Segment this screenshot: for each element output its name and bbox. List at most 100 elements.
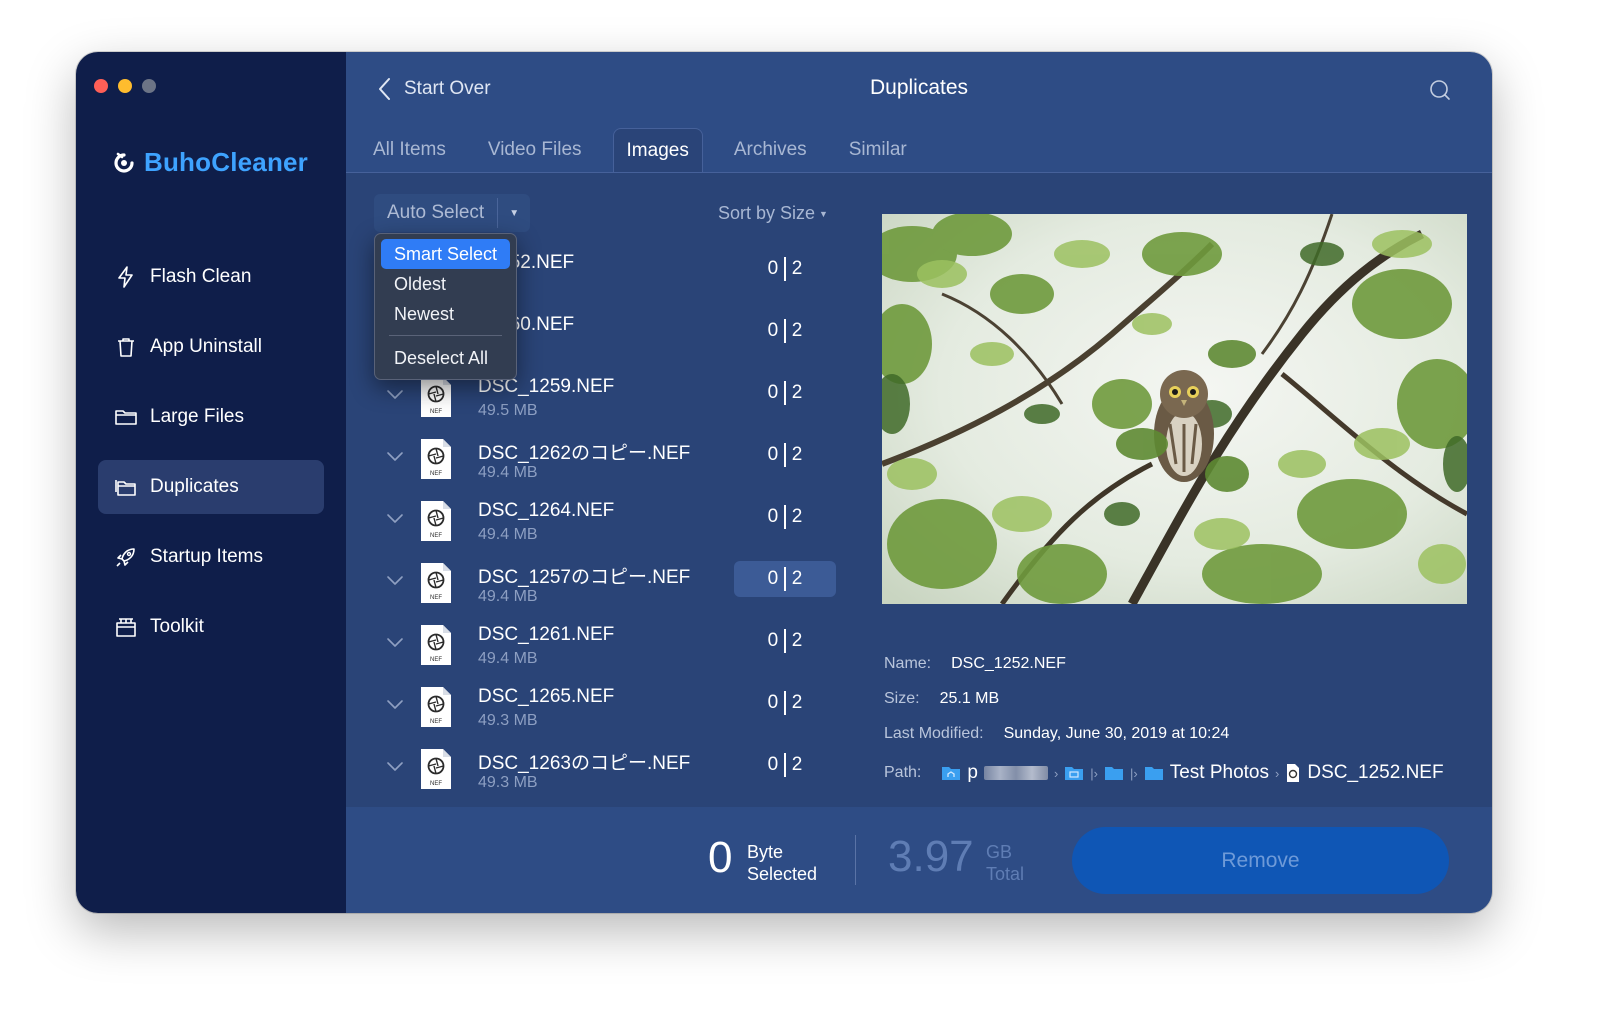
detail-size-row: Size: 25.1 MB	[884, 681, 1472, 716]
total-unit: GB	[986, 842, 1013, 862]
menu-item-smart-select[interactable]: Smart Select	[381, 239, 510, 269]
selected-size-label: Byte Selected	[747, 841, 817, 885]
desktop-folder-icon[interactable]	[1064, 765, 1084, 781]
divider	[784, 319, 786, 343]
selected-count: 0	[767, 754, 779, 775]
duplicate-folder-icon	[115, 480, 136, 496]
selected-count: 0	[767, 444, 779, 465]
chevron-down-icon[interactable]	[386, 451, 404, 463]
file-size: 49.4 MB	[478, 464, 538, 481]
remove-button[interactable]: Remove	[1072, 827, 1449, 894]
total-count: 2	[791, 754, 803, 775]
file-row[interactable]: NEF DSC_1261.NEF 49.4 MB 0 2	[374, 617, 844, 679]
sidebar-item-label: Startup Items	[150, 546, 263, 567]
size-value: 25.1 MB	[939, 689, 1000, 707]
selected-count: 0	[767, 692, 779, 713]
sidebar: BuhoCleaner Flash Clean App Uninstall La…	[76, 52, 346, 913]
menu-separator	[389, 335, 502, 336]
close-window-button[interactable]	[94, 79, 108, 93]
sidebar-item-startup-items[interactable]: Startup Items	[98, 530, 324, 584]
tab-images[interactable]: Images	[612, 128, 703, 172]
sidebar-item-toolkit[interactable]: Toolkit	[98, 600, 324, 654]
menu-item-deselect-all[interactable]: Deselect All	[381, 343, 510, 373]
duplicate-count[interactable]: 02	[734, 561, 836, 597]
chevron-right-icon: ›	[1275, 765, 1280, 781]
file-row[interactable]: NEF DSC_1263のコピー.NEF 49.3 MB 0 2	[374, 741, 844, 803]
file-size: 49.3 MB	[478, 712, 538, 729]
chevron-right-icon: ›	[1053, 765, 1059, 781]
nef-file-icon: NEF	[421, 749, 451, 789]
divider	[784, 381, 786, 405]
duplicate-count[interactable]: 02	[734, 623, 836, 659]
topbar: Start Over Duplicates	[346, 52, 1492, 124]
sidebar-item-label: Large Files	[150, 406, 244, 427]
window-controls	[94, 79, 156, 93]
chevron-down-icon[interactable]	[386, 761, 404, 773]
divider	[784, 443, 786, 467]
path-folder[interactable]: Test Photos	[1170, 762, 1269, 784]
sidebar-item-duplicates[interactable]: Duplicates	[98, 460, 324, 514]
file-size: 49.4 MB	[478, 526, 538, 543]
home-folder-icon[interactable]	[941, 765, 961, 781]
duplicate-count[interactable]: 02	[734, 747, 836, 783]
sidebar-item-app-uninstall[interactable]: App Uninstall	[98, 320, 324, 374]
tab-all-items[interactable]: All Items	[362, 128, 457, 172]
total-count: 2	[791, 630, 803, 651]
menu-item-newest[interactable]: Newest	[381, 299, 510, 329]
duplicate-count[interactable]: 02	[734, 437, 836, 473]
sidebar-nav: Flash Clean App Uninstall Large Files Du…	[98, 250, 324, 670]
chevron-down-icon[interactable]	[386, 389, 404, 401]
brand: BuhoCleaner	[112, 147, 308, 178]
caret-down-icon: ▼	[819, 209, 828, 220]
app-window: BuhoCleaner Flash Clean App Uninstall La…	[76, 52, 1492, 913]
detail-name-row: Name: DSC_1252.NEF	[884, 646, 1472, 681]
nef-file-icon: NEF	[421, 625, 451, 665]
redacted-username	[983, 766, 1048, 780]
nef-file-icon: NEF	[421, 687, 451, 727]
search-icon[interactable]	[1428, 78, 1452, 102]
file-row[interactable]: NEF DSC_1262のコピー.NEF 49.4 MB 0 2	[374, 431, 844, 493]
sort-by-size-button[interactable]: Sort by Size ▼	[718, 203, 828, 224]
file-row[interactable]: NEF DSC_1264.NEF 49.4 MB 0 2	[374, 493, 844, 555]
sidebar-item-label: Duplicates	[150, 476, 239, 497]
divider	[784, 753, 786, 777]
file-size: 49.4 MB	[478, 650, 538, 667]
folder-icon[interactable]	[1144, 765, 1164, 781]
size-label: Size:	[884, 689, 920, 707]
chevron-right-icon: |›	[1090, 765, 1098, 781]
duplicate-count[interactable]: 02	[734, 685, 836, 721]
zoom-window-button[interactable]	[142, 79, 156, 93]
chevron-down-icon[interactable]	[386, 513, 404, 525]
chevron-down-icon[interactable]	[386, 575, 404, 587]
folder-icon[interactable]	[1104, 765, 1124, 781]
svg-text:NEF: NEF	[430, 657, 442, 663]
chevron-down-icon[interactable]	[386, 637, 404, 649]
chevron-down-icon[interactable]	[386, 699, 404, 711]
total-count: 2	[791, 382, 803, 403]
nef-file-icon: NEF	[421, 563, 451, 603]
path-file[interactable]: DSC_1252.NEF	[1307, 762, 1443, 784]
total-size-label: GB Total	[986, 841, 1024, 885]
selected-word: Selected	[747, 864, 818, 884]
sidebar-item-flash-clean[interactable]: Flash Clean	[98, 250, 324, 304]
file-row[interactable]: NEF DSC_1265.NEF 49.3 MB 0 2	[374, 679, 844, 741]
file-size: 49.3 MB	[478, 774, 538, 791]
duplicate-count[interactable]: 02	[734, 375, 836, 411]
tab-archives[interactable]: Archives	[723, 128, 818, 172]
tab-video-files[interactable]: Video Files	[477, 128, 593, 172]
duplicate-count[interactable]: 02	[734, 499, 836, 535]
auto-select-button[interactable]: Auto Select	[374, 194, 497, 232]
minimize-window-button[interactable]	[118, 79, 132, 93]
duplicate-count[interactable]: 02	[734, 313, 836, 349]
modified-label: Last Modified:	[884, 724, 984, 742]
app-name: BuhoCleaner	[144, 147, 309, 177]
menu-item-oldest[interactable]: Oldest	[381, 269, 510, 299]
sidebar-item-large-files[interactable]: Large Files	[98, 390, 324, 444]
tab-similar[interactable]: Similar	[838, 128, 918, 172]
toolkit-icon	[116, 618, 136, 637]
file-row[interactable]: NEF DSC_1257のコピー.NEF 49.4 MB 0 2	[374, 555, 844, 617]
auto-select-dropdown-toggle[interactable]: ▼	[498, 194, 530, 232]
duplicate-count[interactable]: 02	[734, 251, 836, 287]
path-user[interactable]: p	[967, 762, 978, 784]
owl	[1154, 370, 1214, 482]
